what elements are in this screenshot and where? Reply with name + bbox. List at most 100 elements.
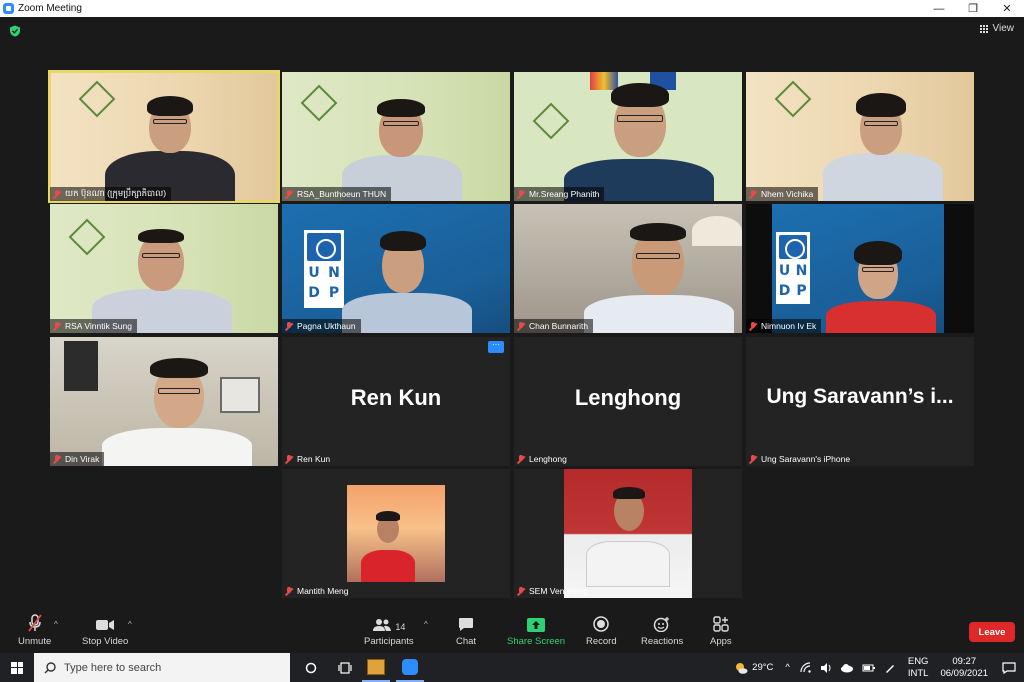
participant-video [342,227,472,333]
mic-muted-icon [517,586,525,596]
mic-muted-icon [53,454,61,464]
taskbar-search-input[interactable]: Type here to search [34,653,290,682]
video-tile[interactable]: Din Virak [50,337,278,466]
minimize-button[interactable]: — [922,0,956,17]
tile-more-button[interactable]: ··· [488,341,504,353]
chat-button[interactable]: Chat [456,614,476,647]
participant-name-tag: RSA_Bunthoeun THUN [282,187,392,201]
undp-logo: U N D P [776,232,810,304]
participant-name-tag: Mr.Sreang Phanith [514,187,605,201]
search-icon [44,661,56,673]
mic-muted-icon [27,614,43,632]
video-tile[interactable]: Lenghong Lenghong [514,337,742,466]
view-label: View [992,23,1015,34]
video-tile[interactable]: SEM Vengheng [514,469,742,598]
video-tile[interactable]: RSA Vinntik Sung [50,204,278,333]
mic-muted-icon [285,454,293,464]
video-camera-icon [95,614,115,632]
reactions-icon [653,614,671,632]
mic-muted-icon [53,321,61,331]
video-tile[interactable]: Mantith Meng [282,469,510,598]
reactions-button[interactable]: Reactions [641,614,683,647]
video-tile[interactable]: RSA_Bunthoeun THUN [282,72,510,201]
system-tray: 29°C ^ ENG INTL 09:27 06/09/2021 [734,653,1024,682]
ministry-logo [300,84,338,122]
background-object [64,341,98,391]
participants-options-caret[interactable]: ^ [424,620,428,629]
mic-muted-icon [517,189,525,199]
video-tile[interactable]: U N D P Pagna Ukthaun [282,204,510,333]
ministry-logo [774,80,812,118]
notification-center-button[interactable] [994,653,1024,682]
language-indicator[interactable]: ENG INTL [908,656,929,680]
participant-name-tag: Nimnuon Iv Ek [746,319,822,333]
cortana-icon[interactable] [294,653,328,682]
video-tile[interactable]: U N D P Nimnuon Iv Ek [746,204,974,333]
meeting-area: View យក ប៊ុនណា (ក្រុមប្រឹក្សាភិបាល) RSA_… [0,17,1024,653]
audio-options-caret[interactable]: ^ [54,620,58,629]
video-options-caret[interactable]: ^ [128,620,132,629]
weather-icon[interactable] [734,661,748,675]
start-button[interactable] [0,653,34,682]
leave-button[interactable]: Leave [969,622,1015,642]
participant-name-tag: Ung Saravann's iPhone [746,452,855,466]
weather-temperature[interactable]: 29°C [752,662,773,673]
tray-expand-caret[interactable]: ^ [785,662,789,673]
task-view-icon[interactable] [328,653,362,682]
taskbar-clock[interactable]: 09:27 06/09/2021 [940,656,988,680]
participant-video [584,215,734,333]
profile-picture [564,469,692,598]
maximize-button[interactable]: ❐ [956,0,990,17]
taskbar-app-photo[interactable] [362,653,390,682]
participant-display-name: Ung Saravann’s i... [766,385,954,408]
participant-name-tag: Mantith Meng [282,584,354,598]
mic-muted-icon [517,321,525,331]
participant-name-tag: RSA Vinntik Sung [50,319,137,333]
participant-video [105,91,235,201]
mic-muted-icon [749,189,757,199]
video-tile[interactable]: Nhem Vichika [746,72,974,201]
participant-video [826,237,936,333]
pen-icon[interactable] [884,662,896,674]
participant-name-tag: Din Virak [50,452,105,466]
mic-muted-icon [285,189,293,199]
participant-name-tag: Lenghong [514,452,572,466]
participants-icon: 14 [372,614,405,632]
video-tile[interactable]: Ung Saravann’s i... Ung Saravann's iPhon… [746,337,974,466]
video-tile[interactable]: Chan Bunnarith [514,204,742,333]
unmute-button[interactable]: Unmute [18,614,51,647]
video-tile[interactable]: ··· Ren Kun Ren Kun [282,337,510,466]
participant-video [92,223,232,333]
close-button[interactable]: ✕ [990,0,1024,17]
participant-display-name: Lenghong [574,385,682,410]
mic-muted-icon [285,321,293,331]
app-thumbnail-icon [367,658,385,675]
mic-muted-icon [517,454,525,464]
participant-name-tag: Nhem Vichika [746,187,819,201]
cloud-icon[interactable] [840,662,854,674]
window-title-bar: Zoom Meeting — ❐ ✕ [0,0,1024,17]
stop-video-button[interactable]: Stop Video [82,614,128,647]
video-tile[interactable]: Mr.Sreang Phanith [514,72,742,201]
view-button[interactable]: View [980,23,1015,34]
mic-muted-icon [749,454,757,464]
share-screen-button[interactable]: Share Screen [507,614,565,647]
record-button[interactable]: Record [586,614,617,647]
battery-icon[interactable] [862,662,876,674]
windows-logo-icon [11,661,23,674]
window-title: Zoom Meeting [18,3,82,14]
network-icon[interactable] [800,661,812,674]
video-tile[interactable]: យក ប៊ុនណា (ក្រុមប្រឹក្សាភិបាល) [48,70,280,203]
meeting-controls: Unmute ^ Stop Video ^ 14 Participants ^ … [0,600,1024,653]
taskbar-app-zoom[interactable] [396,653,424,682]
shield-check-icon[interactable] [9,25,21,37]
apps-button[interactable]: Apps [710,614,732,647]
participant-video [337,91,467,201]
volume-icon[interactable] [820,662,832,674]
chat-icon [458,614,474,632]
record-icon [593,614,610,632]
un-emblem-icon [307,233,341,261]
participants-button[interactable]: 14 Participants [364,614,414,647]
mic-muted-icon [749,321,757,331]
participant-display-name: Ren Kun [350,385,442,410]
